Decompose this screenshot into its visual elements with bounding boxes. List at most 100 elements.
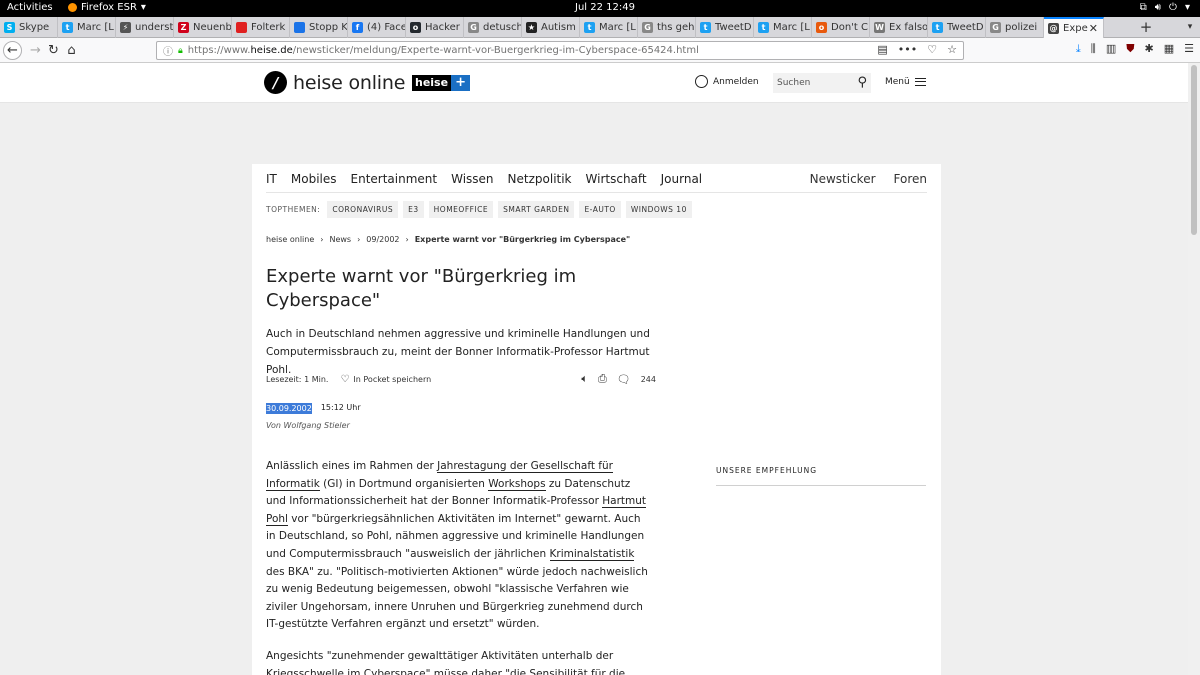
reload-button[interactable]: ↻ xyxy=(44,41,63,60)
nav-item[interactable]: Wirtschaft xyxy=(586,172,647,186)
pocket-save-button[interactable]: ♡ In Pocket speichern xyxy=(340,374,431,385)
scrollbar-thumb[interactable] xyxy=(1191,65,1197,235)
home-button[interactable]: ⌂ xyxy=(62,41,81,60)
topic-chip[interactable]: E3 xyxy=(403,201,424,218)
tab-favicon-icon xyxy=(294,22,305,33)
browser-tab[interactable]: Stopp K xyxy=(290,17,348,38)
secondary-nav: Newsticker Foren xyxy=(810,172,927,186)
url-bar[interactable]: ⓘ 🔒︎ https://www. heise.de/newsticker/mel… xyxy=(156,41,964,60)
menu-button[interactable]: Menü xyxy=(885,77,926,87)
app-menu[interactable]: Firefox ESR ▾ xyxy=(68,2,146,13)
tab-favicon-icon: G xyxy=(642,22,653,33)
nav-item-secondary[interactable]: Newsticker xyxy=(810,172,876,186)
tab-label: Marc [L xyxy=(77,22,114,33)
tab-list-button[interactable]: ▾ xyxy=(1180,17,1200,38)
extension-icon[interactable]: ✱ xyxy=(1145,42,1154,56)
comment-count[interactable]: 244 xyxy=(641,375,656,384)
tab-favicon-icon: W xyxy=(874,22,885,33)
system-top-bar: Activities Firefox ESR ▾ Jul 22 12:49 ⧉ … xyxy=(0,0,1200,17)
browser-tab[interactable]: o Hacker xyxy=(406,17,464,38)
browser-tab[interactable]: ★ Autism xyxy=(522,17,580,38)
bookmark-star-icon[interactable]: ☆ xyxy=(947,43,957,56)
article-body: Anlässlich eines im Rahmen der Jahrestag… xyxy=(266,458,651,675)
comments-icon[interactable]: 🗨︎ xyxy=(617,373,631,386)
topic-chip[interactable]: CORONAVIRUS xyxy=(327,201,399,218)
nav-item[interactable]: IT xyxy=(266,172,277,186)
link-kriminalstatistik[interactable]: Kriminalstatistik xyxy=(549,547,635,561)
topic-chip[interactable]: E-AUTO xyxy=(579,201,621,218)
topic-chip[interactable]: SMART GARDEN xyxy=(498,201,575,218)
browser-tab[interactable]: Folterk xyxy=(232,17,290,38)
browser-tab[interactable]: f (4) Face xyxy=(348,17,406,38)
divider xyxy=(266,192,927,193)
browser-tab[interactable]: t Marc [L xyxy=(754,17,812,38)
nav-item[interactable]: Wissen xyxy=(451,172,493,186)
downloads-icon[interactable]: ⤓ xyxy=(1076,42,1081,56)
library-icon[interactable]: ⫼ xyxy=(1091,42,1096,56)
browser-tab[interactable]: t Marc [L xyxy=(58,17,116,38)
forward-button[interactable]: → xyxy=(26,41,45,60)
breadcrumb-month[interactable]: 09/2002 xyxy=(366,235,399,244)
nav-item-secondary[interactable]: Foren xyxy=(894,172,927,186)
nav-item[interactable]: Entertainment xyxy=(351,172,438,186)
back-button[interactable]: ← xyxy=(3,41,22,60)
ublock-icon[interactable]: ⛊ xyxy=(1126,42,1134,56)
tab-strip: + ▾ S Skype t Marc [L ⚡ underst Z Neuenb Folterk… xyxy=(0,17,1200,38)
tab-label: Marc [L xyxy=(599,22,636,33)
extension-icon-2[interactable]: ▦ xyxy=(1164,42,1174,56)
article-meta: Lesezeit: 1 Min. ♡ In Pocket speichern 🔈… xyxy=(266,372,656,386)
browser-tab[interactable]: Gdetusch xyxy=(464,17,522,38)
audio-icon[interactable]: 🔈︎ xyxy=(581,372,588,386)
text: des BKA" zu. "Politisch-motivierten Akti… xyxy=(266,565,648,631)
browser-tab[interactable]: W Ex falso xyxy=(870,17,928,38)
nav-item[interactable]: Journal xyxy=(661,172,703,186)
page-actions-icon[interactable]: ••• xyxy=(898,43,917,56)
breadcrumb-home[interactable]: heise online xyxy=(266,235,314,244)
tab-favicon-icon: G xyxy=(990,22,1001,33)
new-tab-button[interactable]: + xyxy=(1136,17,1156,38)
tab-label: underst xyxy=(135,22,174,33)
browser-tab[interactable]: @ Expe ✕ xyxy=(1044,17,1104,38)
browser-tab[interactable]: ⚡ underst xyxy=(116,17,174,38)
link-workshops[interactable]: Workshops xyxy=(488,477,546,491)
reading-time-value: 1 Min. xyxy=(304,375,329,384)
browser-tab[interactable]: Gpolizei xyxy=(986,17,1044,38)
topics-label: TOPTHEMEN: xyxy=(266,205,321,214)
topic-chip[interactable]: HOMEOFFICE xyxy=(428,201,494,218)
login-button[interactable]: Anmelden xyxy=(695,75,759,88)
topic-chip[interactable]: WINDOWS 10 xyxy=(625,201,692,218)
tab-favicon-icon: f xyxy=(352,22,363,33)
hamburger-menu-icon[interactable]: ☰ xyxy=(1184,42,1194,56)
nav-item[interactable]: Mobiles xyxy=(291,172,337,186)
tab-favicon-icon: t xyxy=(932,22,943,33)
pocket-label: In Pocket speichern xyxy=(353,375,432,384)
tab-label: Don't C xyxy=(831,22,868,33)
home-icon: ⌂ xyxy=(67,43,76,58)
article-lead: Auch in Deutschland nehmen aggressive un… xyxy=(266,328,650,376)
search-input[interactable]: Suchen ⚲ xyxy=(773,73,871,93)
tab-label: TweetD xyxy=(947,22,984,33)
reader-view-icon[interactable]: ▤ xyxy=(877,43,887,56)
browser-tab[interactable]: S Skype xyxy=(0,17,58,38)
browser-tab[interactable]: Z Neuenb xyxy=(174,17,232,38)
sidebar-icon[interactable]: ▥ xyxy=(1106,42,1116,56)
breadcrumb-sep: › xyxy=(357,235,361,244)
heise-plus-logo[interactable]: heise + xyxy=(412,75,470,91)
heise-logo[interactable]: / heise online xyxy=(264,71,405,94)
browser-tab[interactable]: t TweetD xyxy=(928,17,986,38)
clock[interactable]: Jul 22 12:49 xyxy=(575,2,635,13)
nav-item[interactable]: Netzpolitik xyxy=(508,172,572,186)
browser-tab[interactable]: Gths geh xyxy=(638,17,696,38)
breadcrumb-news[interactable]: News xyxy=(329,235,351,244)
browser-tab[interactable]: o Don't C xyxy=(812,17,870,38)
system-tray[interactable]: ⧉ 🔊︎ ⏻ ▾ xyxy=(1140,2,1190,13)
browser-tab[interactable]: t Marc [L xyxy=(580,17,638,38)
print-icon[interactable]: ⎙ xyxy=(598,372,607,386)
search-icon[interactable]: ⚲ xyxy=(857,75,867,90)
activities-button[interactable]: Activities xyxy=(7,2,53,13)
url-host: heise.de xyxy=(250,45,293,56)
browser-tab[interactable]: t TweetD xyxy=(696,17,754,38)
pocket-icon[interactable]: ♡ xyxy=(927,43,937,56)
page-scrollbar[interactable] xyxy=(1188,63,1200,675)
close-tab-icon[interactable]: ✕ xyxy=(1089,22,1098,35)
